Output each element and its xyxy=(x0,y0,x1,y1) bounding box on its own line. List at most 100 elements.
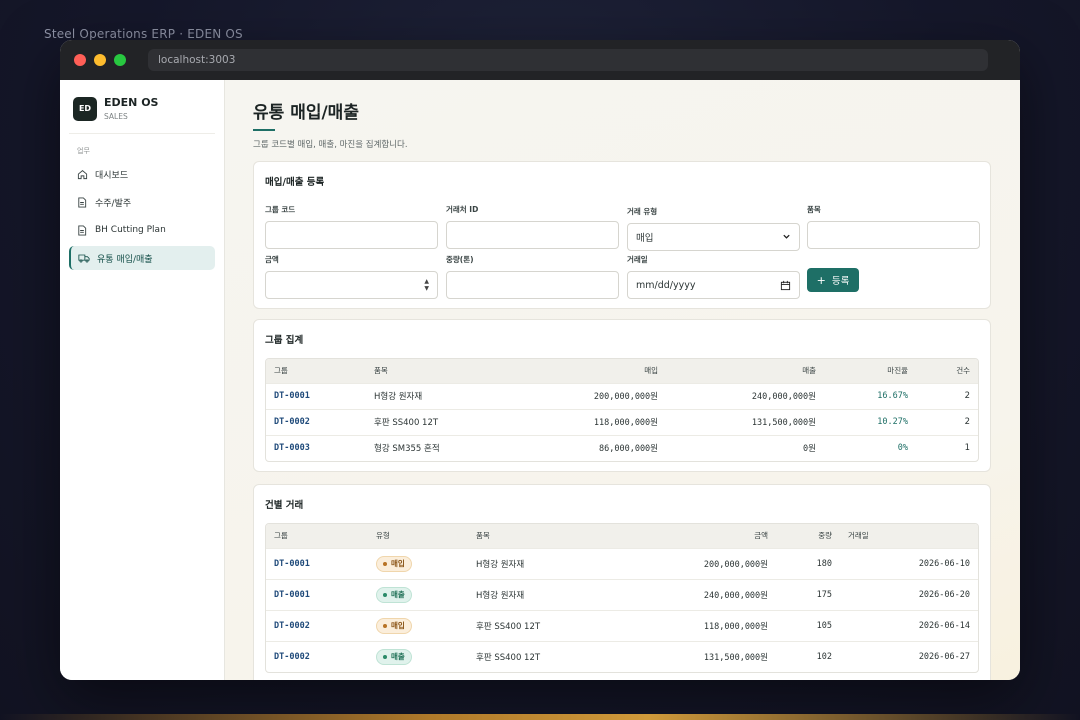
item-label: 품목 xyxy=(807,205,821,214)
close-window-button[interactable] xyxy=(74,54,86,66)
table-row[interactable]: DT-0001 매출 H형강 원자재 240,000,000원 175 2026… xyxy=(266,578,978,610)
plus-icon: + xyxy=(816,273,826,287)
page-title: 유통 매입/매출 xyxy=(253,103,359,123)
amount-input[interactable]: ▲ ▼ xyxy=(265,271,438,299)
margin-cell: 16.67% xyxy=(824,382,916,409)
register-button-label: 등록 xyxy=(831,276,850,287)
col-sell: 매출 xyxy=(666,359,824,383)
amount-label: 금액 xyxy=(265,255,279,264)
col-item: 품목 xyxy=(366,359,516,383)
item-cell: H형강 원자재 xyxy=(468,578,618,610)
col-amount: 금액 xyxy=(618,524,776,548)
col-group: 그룹 xyxy=(266,524,368,548)
table-row[interactable]: DT-0003 형강 SM355 혼적 86,000,000원 0원 0% 1 xyxy=(266,434,978,461)
group-code-link[interactable]: DT-0002 xyxy=(266,609,368,641)
item-cell: 형강 SM355 혼적 xyxy=(366,434,516,461)
weight-cell: 102 xyxy=(776,640,840,672)
transactions-table: 그룹 유형 품목 금액 중량 거래일 DT-0001 매입 H형강 원자재 20… xyxy=(266,524,978,672)
group-code-link[interactable]: DT-0001 xyxy=(266,547,368,579)
amount-cell: 131,500,000원 xyxy=(618,640,776,672)
group-code-link[interactable]: DT-0003 xyxy=(266,434,366,461)
group-code-input[interactable] xyxy=(265,221,438,249)
group-code-link[interactable]: DT-0001 xyxy=(266,382,366,409)
weight-cell: 105 xyxy=(776,609,840,641)
address-bar[interactable]: localhost:3003 xyxy=(148,49,988,71)
summary-table: 그룹 품목 매입 매출 마진율 건수 DT-0001 H형강 원자재 200,0… xyxy=(266,359,978,461)
count-cell: 1 xyxy=(916,434,978,461)
amount-cell: 118,000,000원 xyxy=(618,609,776,641)
item-cell: 후판 SS400 12T xyxy=(468,640,618,672)
sell-cell: 240,000,000원 xyxy=(666,382,824,409)
type-badge-sell: 매출 xyxy=(376,586,412,603)
item-input[interactable] xyxy=(807,221,980,249)
table-row[interactable]: DT-0001 매입 H형강 원자재 200,000,000원 180 2026… xyxy=(266,547,978,579)
sidebar-item-label: BH Cutting Plan xyxy=(95,225,166,235)
type-badge-buy: 매입 xyxy=(376,555,412,572)
col-type: 유형 xyxy=(368,524,468,548)
register-button[interactable]: + 등록 xyxy=(807,268,859,292)
document-icon xyxy=(76,196,88,208)
buy-cell: 200,000,000원 xyxy=(516,382,666,409)
group-code-link[interactable]: DT-0002 xyxy=(266,408,366,435)
type-label: 거래 유형 xyxy=(627,207,658,216)
document-icon xyxy=(76,224,88,236)
desktop-title: Steel Operations ERP · EDEN OS xyxy=(44,27,243,41)
table-row[interactable]: DT-0001 H형강 원자재 200,000,000원 240,000,000… xyxy=(266,382,978,409)
sidebar-item-label: 유통 매입/매출 xyxy=(97,254,153,265)
date-label: 거래일 xyxy=(627,255,648,264)
sidebar-item-bh-cutting-plan[interactable]: BH Cutting Plan xyxy=(69,218,215,242)
col-buy: 매입 xyxy=(516,359,666,383)
group-code-label: 그룹 코드 xyxy=(265,205,296,214)
type-badge-buy: 매입 xyxy=(376,617,412,634)
desktop-glow xyxy=(0,714,1080,720)
transactions-card: 건별 거래 그룹 유형 품목 금액 중량 거래일 DT-0001 매입 H형강 … xyxy=(253,484,991,680)
weight-cell: 180 xyxy=(776,547,840,579)
weight-cell: 175 xyxy=(776,578,840,610)
col-count: 건수 xyxy=(916,359,978,383)
buy-cell: 86,000,000원 xyxy=(516,434,666,461)
table-row[interactable]: DT-0002 매출 후판 SS400 12T 131,500,000원 102… xyxy=(266,640,978,672)
truck-icon xyxy=(78,252,90,264)
type-select-value: 매입 xyxy=(636,233,654,244)
table-row[interactable]: DT-0002 후판 SS400 12T 118,000,000원 131,50… xyxy=(266,408,978,435)
date-cell: 2026-06-27 xyxy=(840,640,978,672)
item-cell: 후판 SS400 12T xyxy=(366,408,516,435)
group-code-link[interactable]: DT-0002 xyxy=(266,640,368,672)
date-cell: 2026-06-20 xyxy=(840,578,978,610)
sidebar-item-dashboard[interactable]: 대시보드 xyxy=(69,162,215,186)
date-placeholder: mm/dd/yyyy xyxy=(636,279,696,291)
chevron-down-icon xyxy=(782,232,791,244)
brand-logo: ED xyxy=(73,96,97,121)
home-icon xyxy=(76,168,88,180)
maximize-window-button[interactable] xyxy=(114,54,126,66)
form-title: 매입/매출 등록 xyxy=(265,177,325,188)
weight-label: 중량(톤) xyxy=(446,255,474,264)
type-select[interactable]: 매입 xyxy=(627,223,800,251)
col-weight: 중량 xyxy=(776,524,840,548)
date-input[interactable]: mm/dd/yyyy xyxy=(627,271,800,299)
sidebar-item-label: 대시보드 xyxy=(95,170,129,181)
count-cell: 2 xyxy=(916,382,978,409)
browser-window: localhost:3003 ED EDEN OS SALES 업무 대시보드 xyxy=(60,40,1020,680)
brand-name: EDEN OS xyxy=(104,96,159,109)
number-spinner-icon[interactable]: ▲ ▼ xyxy=(424,278,429,292)
minimize-window-button[interactable] xyxy=(94,54,106,66)
sidebar-item-orders[interactable]: 수주/발주 xyxy=(69,190,215,214)
partner-id-input[interactable] xyxy=(446,221,619,249)
type-badge-sell: 매출 xyxy=(376,648,412,665)
brand: ED EDEN OS SALES xyxy=(69,96,215,134)
sidebar-item-label: 수주/발주 xyxy=(95,198,132,209)
sidebar-item-distribution[interactable]: 유통 매입/매출 xyxy=(69,246,215,270)
date-cell: 2026-06-10 xyxy=(840,547,978,579)
entry-form-card: 매입/매출 등록 그룹 코드 거래처 ID 거래 유형 매입 품목 금액 ▲ ▼… xyxy=(253,161,991,309)
col-date: 거래일 xyxy=(840,524,978,548)
main-content: 유통 매입/매출 그룹 코드별 매입, 매출, 마진을 집계합니다. 매입/매출… xyxy=(225,80,1020,680)
table-row[interactable]: DT-0002 매입 후판 SS400 12T 118,000,000원 105… xyxy=(266,609,978,641)
col-group: 그룹 xyxy=(266,359,366,383)
group-code-link[interactable]: DT-0001 xyxy=(266,578,368,610)
weight-input[interactable] xyxy=(446,271,619,299)
brand-subtitle: SALES xyxy=(104,112,128,121)
item-cell: H형강 원자재 xyxy=(468,547,618,579)
calendar-icon[interactable] xyxy=(780,280,791,294)
amount-cell: 200,000,000원 xyxy=(618,547,776,579)
